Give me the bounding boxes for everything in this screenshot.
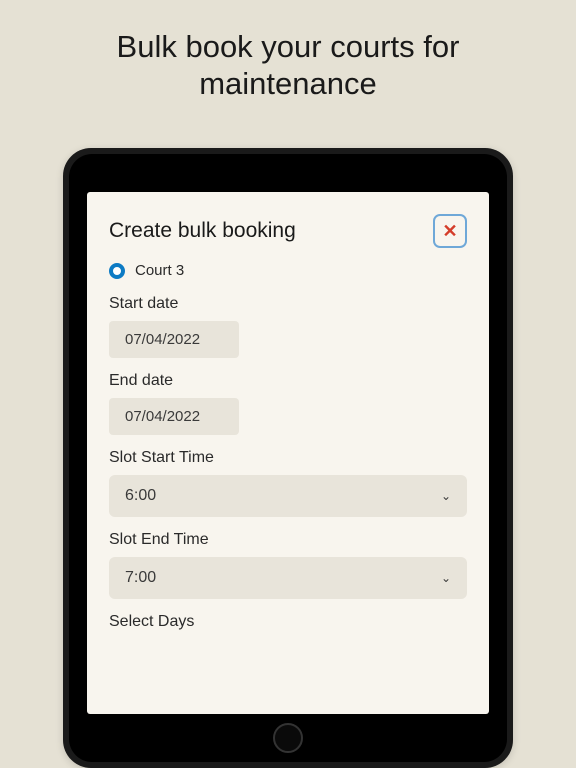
slot-start-value: 6:00 <box>125 487 156 505</box>
start-date-label: Start date <box>109 295 467 313</box>
end-date-label: End date <box>109 372 467 390</box>
slot-end-value: 7:00 <box>125 569 156 587</box>
slot-start-select[interactable]: 6:00 ⌄ <box>109 475 467 517</box>
court-label: Court 3 <box>135 262 184 279</box>
promo-headline: Bulk book your courts for maintenance <box>0 0 576 122</box>
slot-end-select[interactable]: 7:00 ⌄ <box>109 557 467 599</box>
form-title: Create bulk booking <box>109 219 296 243</box>
chevron-down-icon: ⌄ <box>441 489 451 503</box>
tablet-device-frame: Create bulk booking ✕ Court 3 Start date… <box>63 148 513 768</box>
app-screen: Create bulk booking ✕ Court 3 Start date… <box>87 192 489 714</box>
slot-end-label: Slot End Time <box>109 531 467 549</box>
close-icon: ✕ <box>442 222 457 240</box>
court-radio-row[interactable]: Court 3 <box>109 262 467 279</box>
select-days-label: Select Days <box>109 613 467 631</box>
end-date-input[interactable]: 07/04/2022 <box>109 398 239 435</box>
radio-selected-icon <box>109 263 125 279</box>
tablet-home-button <box>273 723 303 753</box>
slot-start-label: Slot Start Time <box>109 449 467 467</box>
close-button[interactable]: ✕ <box>433 214 467 248</box>
chevron-down-icon: ⌄ <box>441 571 451 585</box>
tablet-bezel: Create bulk booking ✕ Court 3 Start date… <box>69 154 507 762</box>
start-date-input[interactable]: 07/04/2022 <box>109 321 239 358</box>
